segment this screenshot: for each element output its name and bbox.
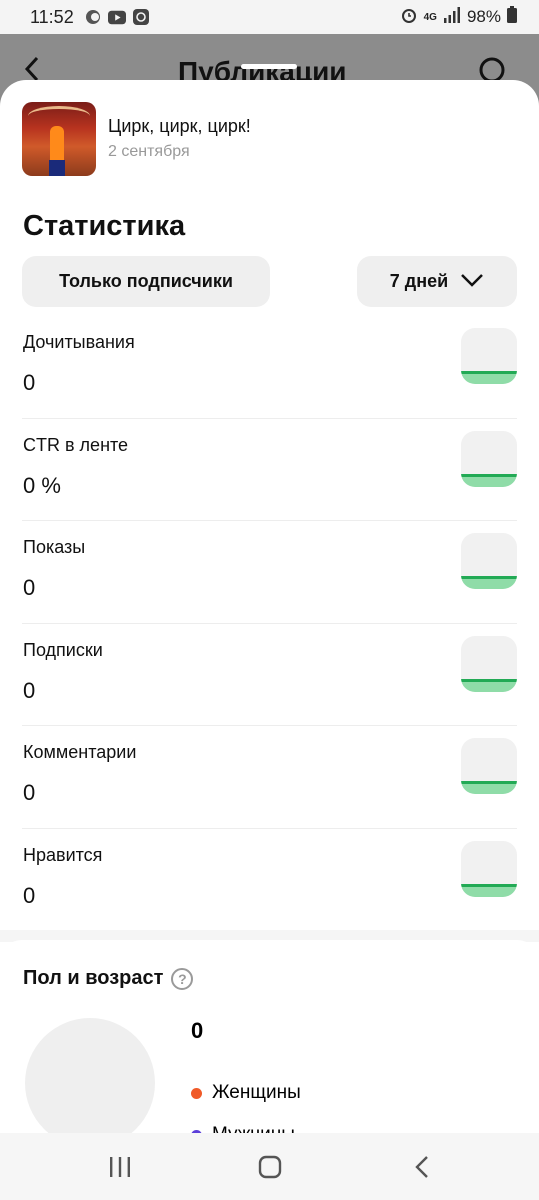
audience-total: 0 bbox=[191, 1018, 204, 1043]
chart-legend: Женщины Мужчины bbox=[191, 1072, 301, 1133]
home-icon[interactable] bbox=[258, 1155, 282, 1184]
statistics-sheet: Цирк, цирк, цирк! 2 сентября Статистика … bbox=[0, 80, 539, 1133]
filters-row: Только подписчики 7 дней bbox=[22, 256, 517, 308]
metric-comments[interactable]: Комментарии 0 bbox=[22, 726, 517, 829]
metric-read-through[interactable]: Дочитывания 0 bbox=[22, 316, 517, 419]
metric-impressions[interactable]: Показы 0 bbox=[22, 521, 517, 624]
sheet-drag-handle[interactable] bbox=[241, 64, 297, 69]
legend-dot-icon bbox=[191, 1087, 202, 1099]
chevron-down-icon bbox=[460, 271, 484, 292]
metric-value: 0 bbox=[23, 882, 36, 908]
sparkline-chart bbox=[461, 840, 517, 897]
youtube-icon bbox=[107, 9, 126, 25]
legend-label: Мужчины bbox=[212, 1124, 295, 1133]
signal-icon bbox=[443, 6, 461, 28]
sparkline-chart bbox=[461, 430, 517, 487]
system-nav-bar bbox=[0, 1133, 539, 1200]
sparkline-chart bbox=[461, 738, 517, 794]
metric-label: Дочитывания bbox=[23, 332, 135, 352]
metric-likes[interactable]: Нравится 0 bbox=[22, 829, 517, 932]
sparkline-chart bbox=[461, 328, 517, 384]
period-label: 7 дней bbox=[389, 271, 449, 291]
app-notification-icon bbox=[84, 9, 102, 25]
metric-subscriptions[interactable]: Подписки 0 bbox=[22, 624, 517, 726]
metric-ctr[interactable]: CTR в ленте 0 % bbox=[22, 419, 517, 521]
gender-age-title: Пол и возраст ? bbox=[23, 967, 194, 990]
metric-label: CTR в ленте bbox=[23, 434, 129, 455]
post-date: 2 сентября bbox=[108, 143, 190, 160]
metric-value: 0 % bbox=[23, 472, 61, 498]
donut-chart bbox=[25, 1018, 155, 1133]
network-type-label: 4G bbox=[423, 11, 437, 23]
metric-label: Показы bbox=[23, 537, 86, 557]
metric-label: Подписки bbox=[23, 639, 103, 660]
battery-icon bbox=[507, 6, 517, 28]
sparkline-chart bbox=[461, 533, 517, 589]
metric-value: 0 bbox=[23, 780, 36, 805]
back-icon[interactable] bbox=[412, 1155, 432, 1184]
metrics-list: Дочитывания 0 CTR в ленте 0 % Показы 0 П… bbox=[0, 316, 539, 931]
subscribers-only-button[interactable]: Только подписчики bbox=[22, 256, 270, 307]
help-icon[interactable]: ? bbox=[171, 967, 194, 990]
recent-apps-icon[interactable] bbox=[108, 1155, 132, 1184]
metric-value: 0 bbox=[23, 575, 36, 600]
gender-age-title-text: Пол и возраст bbox=[23, 967, 164, 989]
post-thumbnail[interactable] bbox=[22, 102, 96, 176]
post-summary[interactable]: Цирк, цирк, цирк! 2 сентября bbox=[22, 102, 251, 176]
legend-label: Женщины bbox=[212, 1082, 301, 1103]
gender-age-card: Пол и возраст ? 0 Женщины Мужчины bbox=[0, 940, 539, 1133]
metric-label: Комментарии bbox=[23, 742, 137, 762]
legend-item-men: Мужчины bbox=[191, 1114, 301, 1133]
legend-item-women: Женщины bbox=[191, 1072, 301, 1114]
statistics-title: Статистика bbox=[23, 210, 186, 242]
metric-value: 0 bbox=[23, 677, 36, 703]
sparkline-chart bbox=[461, 635, 517, 692]
post-title: Цирк, цирк, цирк! bbox=[108, 116, 251, 136]
metric-label: Нравится bbox=[23, 844, 103, 865]
metric-value: 0 bbox=[23, 370, 36, 395]
alarm-icon bbox=[400, 6, 418, 29]
clock-app-icon bbox=[132, 9, 150, 25]
status-bar: 11:52 4G 98% bbox=[0, 0, 539, 34]
period-dropdown[interactable]: 7 дней bbox=[357, 256, 517, 307]
status-time: 11:52 bbox=[30, 6, 74, 27]
battery-percent: 98% bbox=[466, 7, 501, 26]
